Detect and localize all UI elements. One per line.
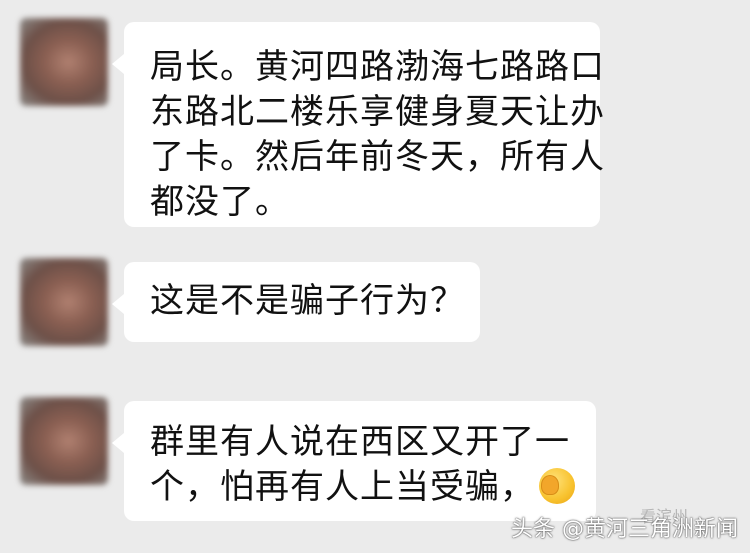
message-text-line: 局长。黄河四路渤海七路路口 bbox=[150, 47, 605, 87]
message-text-line: 群里有人说在西区又开了一 bbox=[150, 422, 570, 462]
message-text-line: 个，怕再有人上当受骗， bbox=[150, 465, 576, 510]
sender-avatar[interactable] bbox=[20, 18, 108, 106]
sender-avatar[interactable] bbox=[20, 258, 108, 346]
message-text-line: 都没了。 bbox=[150, 182, 290, 222]
message-bubble[interactable]: 群里有人说在西区又开了一 个，怕再有人上当受骗， bbox=[112, 401, 596, 521]
message-text-line: 了卡。然后年前冬天，所有人 bbox=[150, 137, 605, 177]
message-bubble[interactable]: 这是不是骗子行为？ bbox=[112, 262, 480, 342]
message-text: 个，怕再有人上当受骗， bbox=[150, 467, 535, 507]
message-text-line: 东路北二楼乐享健身夏天让办 bbox=[150, 92, 605, 132]
message-text-line: 这是不是骗子行为？ bbox=[150, 281, 465, 321]
face-palm-emoji-icon bbox=[539, 468, 575, 504]
watermark: 头条 @黄河三角洲新闻 bbox=[511, 517, 738, 542]
message-bubble[interactable]: 局长。黄河四路渤海七路路口 东路北二楼乐享健身夏天让办 了卡。然后年前冬天，所有… bbox=[112, 22, 605, 227]
sender-avatar[interactable] bbox=[20, 397, 108, 485]
